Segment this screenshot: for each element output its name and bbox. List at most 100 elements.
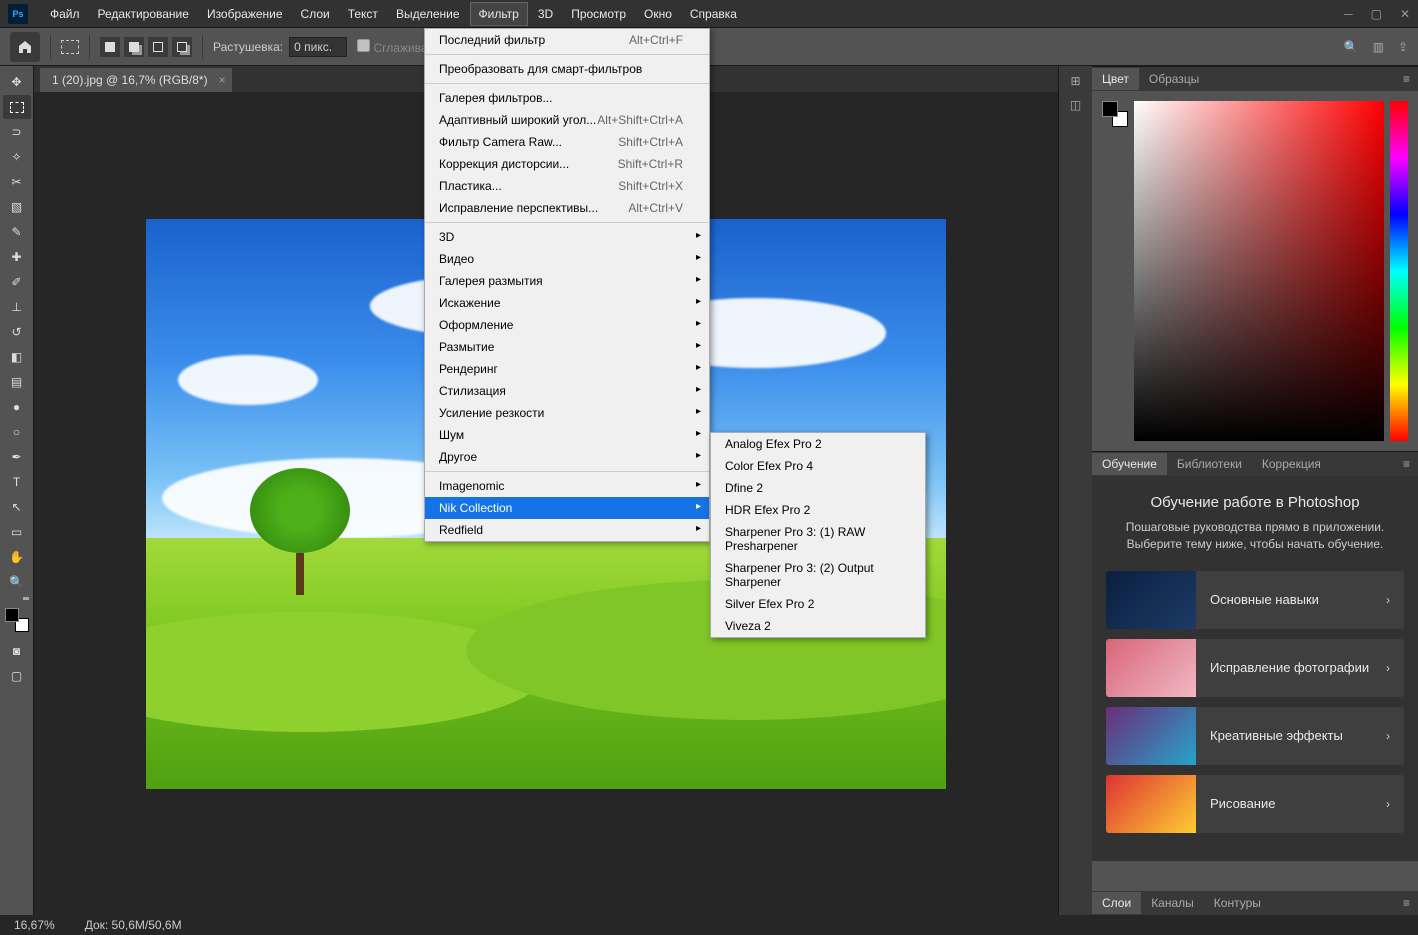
lasso-tool[interactable]: ⊃ (3, 120, 31, 144)
eraser-tool[interactable]: ◧ (3, 345, 31, 369)
menu-edit[interactable]: Редактирование (90, 3, 197, 25)
filter-stylize[interactable]: Оформление (425, 314, 709, 336)
filter-blurgallery[interactable]: Галерея размытия (425, 270, 709, 292)
menu-text[interactable]: Текст (340, 3, 386, 25)
nik-dfine[interactable]: Dfine 2 (711, 477, 925, 499)
type-tool[interactable]: T (3, 470, 31, 494)
channels-panel-tab[interactable]: Каналы (1141, 892, 1204, 914)
filter-imagenomic[interactable]: Imagenomic (425, 475, 709, 497)
panel-menu-icon[interactable]: ≡ (1395, 72, 1418, 86)
tool-more[interactable] (23, 597, 29, 600)
color-panel-tab[interactable]: Цвет (1092, 68, 1139, 90)
screenmode-tool[interactable]: ▢ (3, 664, 31, 688)
op-new[interactable] (100, 37, 120, 57)
magic-wand-tool[interactable]: ✧ (3, 145, 31, 169)
panel-menu-icon[interactable]: ≡ (1395, 457, 1418, 471)
paths-panel-tab[interactable]: Контуры (1204, 892, 1271, 914)
sidepanel-icon-1[interactable]: ⊞ (1070, 74, 1080, 88)
filter-other[interactable]: Другое (425, 446, 709, 468)
gradient-tool[interactable]: ▤ (3, 370, 31, 394)
filter-lens[interactable]: Коррекция дисторсии...Shift+Ctrl+R (425, 153, 709, 175)
filter-last[interactable]: Последний фильтрAlt+Ctrl+F (425, 29, 709, 51)
filter-cameraraw[interactable]: Фильтр Camera Raw...Shift+Ctrl+A (425, 131, 709, 153)
learn-card-photo[interactable]: Исправление фотографии › (1106, 639, 1404, 697)
nik-color[interactable]: Color Efex Pro 4 (711, 455, 925, 477)
nik-viveza[interactable]: Viveza 2 (711, 615, 925, 637)
color-fgbg[interactable] (1102, 101, 1128, 127)
path-select-tool[interactable]: ↖ (3, 495, 31, 519)
nik-silver[interactable]: Silver Efex Pro 2 (711, 593, 925, 615)
move-tool[interactable]: ✥ (3, 70, 31, 94)
nik-analog[interactable]: Analog Efex Pro 2 (711, 433, 925, 455)
color-picker-field[interactable] (1134, 101, 1384, 441)
filter-nik[interactable]: Nik Collection (425, 497, 709, 519)
feather-input[interactable] (289, 37, 347, 57)
zoom-level[interactable]: 16,67% (14, 918, 55, 932)
filter-redfield[interactable]: Redfield (425, 519, 709, 541)
filter-video[interactable]: Видео (425, 248, 709, 270)
marquee-preset[interactable] (61, 40, 79, 54)
layers-panel-tab[interactable]: Слои (1092, 892, 1141, 914)
fg-bg-swatches[interactable] (5, 608, 29, 632)
op-sub[interactable] (148, 37, 168, 57)
sidepanel-icon-2[interactable]: ◫ (1070, 98, 1081, 112)
learn-panel-tab[interactable]: Обучение (1092, 453, 1167, 475)
menu-layers[interactable]: Слои (293, 3, 338, 25)
healing-tool[interactable]: ✚ (3, 245, 31, 269)
menu-view[interactable]: Просмотр (563, 3, 634, 25)
filter-stylization[interactable]: Стилизация (425, 380, 709, 402)
close-icon[interactable]: ✕ (1400, 7, 1410, 21)
workspace-icon[interactable]: ▥ (1373, 40, 1384, 54)
op-add[interactable] (124, 37, 144, 57)
nik-sharp1[interactable]: Sharpener Pro 3: (1) RAW Presharpener (711, 521, 925, 557)
filter-sharpen[interactable]: Усиление резкости (425, 402, 709, 424)
hue-slider[interactable] (1390, 101, 1408, 441)
maximize-icon[interactable]: ▢ (1371, 7, 1382, 21)
filter-vp[interactable]: Исправление перспективы...Alt+Ctrl+V (425, 197, 709, 219)
dodge-tool[interactable]: ○ (3, 420, 31, 444)
filter-3d[interactable]: 3D (425, 226, 709, 248)
learn-card-effects[interactable]: Креативные эффекты › (1106, 707, 1404, 765)
crop-tool[interactable]: ✂ (3, 170, 31, 194)
search-icon[interactable]: 🔍 (1344, 40, 1359, 54)
nik-hdr[interactable]: HDR Efex Pro 2 (711, 499, 925, 521)
menu-file[interactable]: Файл (42, 3, 88, 25)
filter-wideangle[interactable]: Адаптивный широкий угол...Alt+Shift+Ctrl… (425, 109, 709, 131)
zoom-tool[interactable]: 🔍 (3, 570, 31, 594)
history-brush-tool[interactable]: ↺ (3, 320, 31, 344)
learn-card-draw[interactable]: Рисование › (1106, 775, 1404, 833)
learn-card-basics[interactable]: Основные навыки › (1106, 571, 1404, 629)
filter-render[interactable]: Рендеринг (425, 358, 709, 380)
minimize-icon[interactable]: ─ (1344, 7, 1353, 21)
adjustments-panel-tab[interactable]: Коррекция (1252, 453, 1331, 475)
frame-tool[interactable]: ▧ (3, 195, 31, 219)
hand-tool[interactable]: ✋ (3, 545, 31, 569)
filter-liquify[interactable]: Пластика...Shift+Ctrl+X (425, 175, 709, 197)
op-intersect[interactable] (172, 37, 192, 57)
share-icon[interactable]: ⇪ (1398, 40, 1408, 54)
swatches-panel-tab[interactable]: Образцы (1139, 68, 1209, 90)
filter-blur[interactable]: Размытие (425, 336, 709, 358)
pen-tool[interactable]: ✒ (3, 445, 31, 469)
filter-smart[interactable]: Преобразовать для смарт-фильтров (425, 58, 709, 80)
filter-gallery[interactable]: Галерея фильтров... (425, 87, 709, 109)
blur-tool[interactable]: ● (3, 395, 31, 419)
filter-noise[interactable]: Шум (425, 424, 709, 446)
eyedropper-tool[interactable]: ✎ (3, 220, 31, 244)
stamp-tool[interactable]: ⊥ (3, 295, 31, 319)
menu-image[interactable]: Изображение (199, 3, 291, 25)
menu-select[interactable]: Выделение (388, 3, 468, 25)
home-button[interactable] (10, 32, 40, 62)
marquee-tool[interactable] (3, 95, 31, 119)
menu-window[interactable]: Окно (636, 3, 680, 25)
tab-close-icon[interactable]: × (219, 73, 226, 87)
panel-menu-icon[interactable]: ≡ (1395, 896, 1418, 910)
filter-distort[interactable]: Искажение (425, 292, 709, 314)
menu-3d[interactable]: 3D (530, 3, 561, 25)
quickmask-tool[interactable]: ◙ (3, 639, 31, 663)
menu-filter[interactable]: Фильтр (470, 2, 528, 26)
document-tab[interactable]: 1 (20).jpg @ 16,7% (RGB/8*) × (40, 68, 232, 92)
menu-help[interactable]: Справка (682, 3, 745, 25)
nik-sharp2[interactable]: Sharpener Pro 3: (2) Output Sharpener (711, 557, 925, 593)
shape-tool[interactable]: ▭ (3, 520, 31, 544)
